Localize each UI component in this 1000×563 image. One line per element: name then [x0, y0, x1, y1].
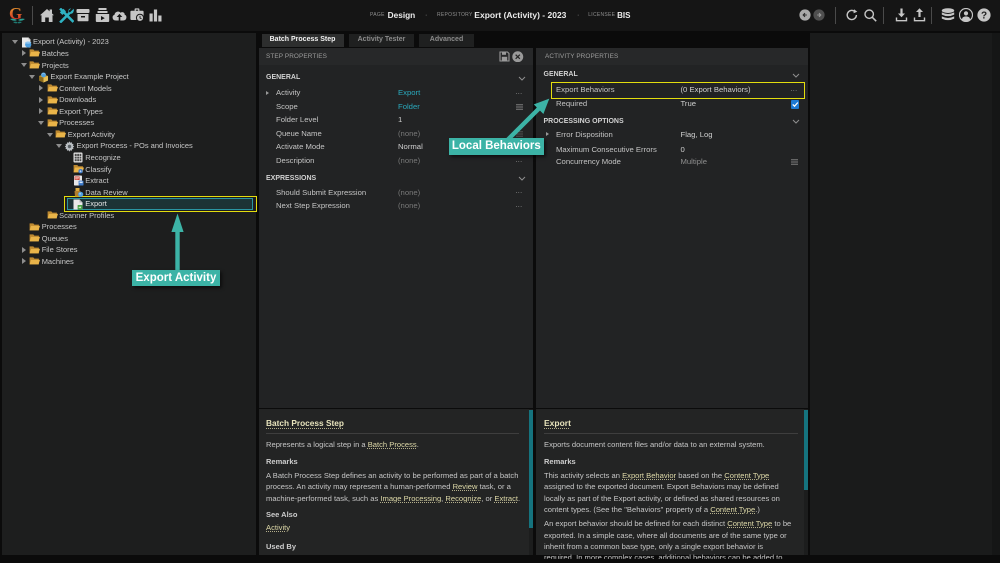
svg-text:?: ? — [981, 11, 987, 22]
